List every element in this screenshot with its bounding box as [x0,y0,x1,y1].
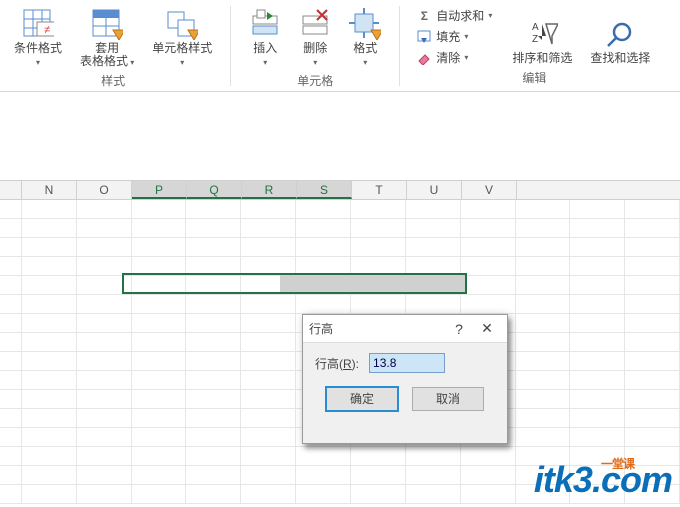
column-headers: NOPQRSTUV [0,180,680,200]
column-header-N[interactable]: N [22,181,77,199]
watermark-text: itk3 [534,459,592,500]
group-editing: Σ 自动求和 ▾ 填充 ▾ 清除 ▾ AZ [408,6,660,88]
cell-styles-icon [166,8,198,40]
eraser-icon [416,50,432,66]
ok-button[interactable]: 确定 [326,387,398,411]
separator [230,6,231,86]
help-button[interactable]: ? [445,321,473,337]
cell-styles-label: 单元格样式 [152,41,212,55]
ribbon: ≠ 条件格式 ▾ 套用 表格格式 ▾ 单元格样式 ▾ 样式 [0,0,680,92]
svg-text:≠: ≠ [44,24,50,36]
conditional-format-icon: ≠ [22,8,54,40]
cell-styles-button[interactable]: 单元格样式 ▾ [148,6,216,70]
magnifier-icon [604,18,636,50]
table-format-button[interactable]: 套用 表格格式 ▾ [76,6,138,70]
column-header-S[interactable]: S [297,181,352,199]
dropdown-icon: ▾ [464,32,468,41]
close-button[interactable]: ✕ [473,320,501,337]
table-format-icon [91,8,123,40]
autosum-label: 自动求和 [436,7,484,24]
delete-button[interactable]: 删除 ▾ [295,6,335,70]
autosum-button[interactable]: Σ 自动求和 ▾ [414,6,494,25]
sort-filter-button[interactable]: AZ 排序和筛选 [508,16,576,67]
fill-label: 填充 [436,28,460,45]
row-height-dialog: 行高 ? ✕ 行高(R): 确定 取消 [302,314,508,444]
fill-button[interactable]: 填充 ▾ [414,27,494,46]
svg-text:A: A [532,22,539,33]
group-editing-label: 编辑 [522,69,546,86]
watermark-tag: 一堂课 [601,455,634,472]
delete-label: 删除 [303,41,327,55]
fill-icon [416,29,432,45]
clear-button[interactable]: 清除 ▾ [414,48,494,67]
group-cells-label: 单元格 [297,72,333,89]
column-header-U[interactable]: U [407,181,462,199]
find-select-button[interactable]: 查找和选择 [586,16,654,67]
format-button[interactable]: 格式 ▾ [345,6,385,70]
watermark: 一堂课 itk3.com [534,459,672,501]
dropdown-icon: ▾ [36,58,40,67]
dialog-title: 行高 [309,320,445,337]
column-header-P[interactable]: P [132,181,187,199]
group-styles: ≠ 条件格式 ▾ 套用 表格格式 ▾ 单元格样式 ▾ 样式 [4,6,222,91]
group-styles-label: 样式 [101,72,125,89]
dropdown-icon: ▾ [263,58,267,67]
dropdown-icon: ▾ [488,11,492,20]
sigma-icon: Σ [416,8,432,24]
dropdown-icon: ▾ [464,53,468,62]
insert-icon [249,8,281,40]
column-header-R[interactable]: R [242,181,297,199]
find-select-label: 查找和选择 [590,51,650,65]
row-height-label: 行高(R): [315,355,359,372]
separator [399,6,400,86]
row-height-input[interactable] [369,353,445,373]
insert-button[interactable]: 插入 ▾ [245,6,285,70]
cancel-button[interactable]: 取消 [412,387,484,411]
dropdown-icon: ▾ [180,58,184,67]
insert-label: 插入 [253,41,277,55]
dropdown-icon: ▾ [363,58,367,67]
svg-text:Z: Z [532,34,538,45]
dropdown-icon: ▾ [128,58,134,67]
delete-icon [299,8,331,40]
column-header-O[interactable]: O [77,181,132,199]
sort-filter-icon: AZ [526,18,558,50]
column-header-Q[interactable]: Q [187,181,242,199]
column-header-V[interactable]: V [462,181,517,199]
sort-filter-label: 排序和筛选 [512,51,572,65]
conditional-format-button[interactable]: ≠ 条件格式 ▾ [10,6,66,70]
group-cells: 插入 ▾ 删除 ▾ 格式 ▾ 单元格 [239,6,391,91]
clear-label: 清除 [436,49,460,66]
format-icon [349,8,381,40]
format-label: 格式 [353,41,377,55]
dropdown-icon: ▾ [313,58,317,67]
column-header-T[interactable]: T [352,181,407,199]
conditional-format-label: 条件格式 [14,41,62,55]
table-format-label: 套用 表格格式 [80,41,128,68]
dialog-titlebar: 行高 ? ✕ [303,315,507,343]
